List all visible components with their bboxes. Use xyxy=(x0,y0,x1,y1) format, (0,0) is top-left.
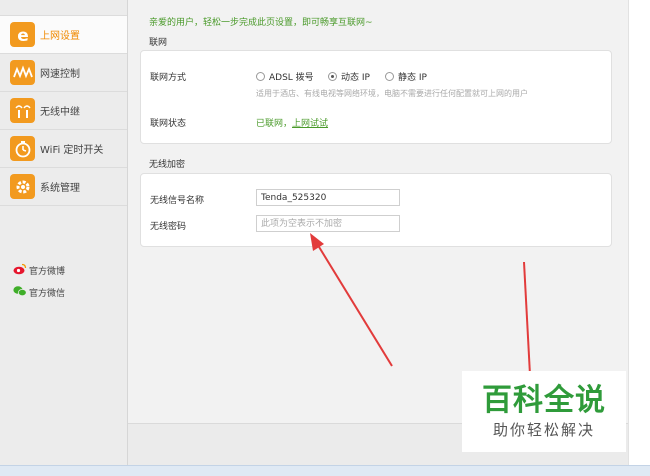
ssid-label: 无线信号名称 xyxy=(150,196,205,206)
sidebar-top xyxy=(0,0,127,16)
sidebar-item-label: 无线中继 xyxy=(40,107,80,118)
wireless-section-title: 无线加密 xyxy=(149,160,186,170)
password-label: 无线密码 xyxy=(150,222,187,232)
connection-mode-hint: 适用于酒店、有线电视等网络环境，电脑不需要进行任何配置就可上网的用户 xyxy=(256,89,528,98)
taskbar xyxy=(0,465,650,476)
radio-adsl-label: ADSL 拨号 xyxy=(269,73,314,83)
radio-static-ip-circle[interactable] xyxy=(385,72,394,81)
sidebar-item-label: WiFi 定时开关 xyxy=(40,145,104,156)
sidebar-item-system-management[interactable]: 系统管理 xyxy=(0,168,127,206)
radio-dynamic-ip-label: 动态 IP xyxy=(341,73,370,83)
main-content: 亲爱的用户，轻松一步完成此页设置，即可畅享互联网~ 联网 联网方式 ADSL 拨… xyxy=(128,0,628,423)
right-margin xyxy=(628,0,650,465)
radio-dynamic-ip-circle[interactable] xyxy=(328,72,337,81)
ssid-input[interactable] xyxy=(256,189,400,206)
radio-static-ip[interactable]: 静态 IP xyxy=(385,70,427,83)
sidebar: e 上网设置 网速控制 无线中继 WiFi 定时开关 系统管理 官方微博 官方微… xyxy=(0,0,128,465)
internet-section-title: 联网 xyxy=(149,38,168,48)
official-weibo-link[interactable]: 官方微博 xyxy=(13,263,65,278)
timer-icon xyxy=(10,136,35,161)
internet-settings-panel: 联网方式 ADSL 拨号 动态 IP 静态 IP 适用于酒店、有线电视等网络环境… xyxy=(140,50,612,144)
welcome-message: 亲爱的用户，轻松一步完成此页设置，即可畅享互联网~ xyxy=(149,18,373,28)
sidebar-item-speed-control[interactable]: 网速控制 xyxy=(0,54,127,92)
sidebar-item-label: 系统管理 xyxy=(40,183,80,194)
gear-icon xyxy=(10,174,35,199)
wireless-settings-panel: 无线信号名称 无线密码 xyxy=(140,173,612,247)
sidebar-item-wifi-timer[interactable]: WiFi 定时开关 xyxy=(0,130,127,168)
wireless-relay-icon xyxy=(10,98,35,123)
ie-icon: e xyxy=(10,22,35,47)
sidebar-item-label: 网速控制 xyxy=(40,69,80,80)
radio-dynamic-ip[interactable]: 动态 IP xyxy=(328,70,370,83)
password-input[interactable] xyxy=(256,215,400,232)
radio-adsl[interactable]: ADSL 拨号 xyxy=(256,70,314,83)
sidebar-item-label: 上网设置 xyxy=(40,31,80,42)
sidebar-item-wireless-relay[interactable]: 无线中继 xyxy=(0,92,127,130)
wechat-icon xyxy=(13,285,27,300)
sidebar-item-internet-setup[interactable]: e 上网设置 xyxy=(0,16,127,54)
connection-mode-label: 联网方式 xyxy=(150,73,187,83)
weibo-icon xyxy=(13,263,27,278)
watermark-subtitle: 助你轻松解决 xyxy=(492,421,595,439)
official-weibo-label: 官方微博 xyxy=(29,267,66,277)
watermark: 百科全说 助你轻松解决 xyxy=(462,371,626,452)
speed-wave-icon xyxy=(10,60,35,85)
try-internet-link[interactable]: 上网试试 xyxy=(292,119,328,129)
radio-adsl-circle[interactable] xyxy=(256,72,265,81)
svg-text:e: e xyxy=(17,26,29,45)
official-wechat-label: 官方微信 xyxy=(29,289,66,299)
watermark-title: 百科全说 xyxy=(482,383,606,418)
connection-status-value: 已联网，上网试试 xyxy=(256,116,328,129)
radio-static-ip-label: 静态 IP xyxy=(398,73,427,83)
connection-status-text: 已联网， xyxy=(256,119,293,129)
connection-status-label: 联网状态 xyxy=(150,119,187,129)
official-wechat-link[interactable]: 官方微信 xyxy=(13,285,65,300)
